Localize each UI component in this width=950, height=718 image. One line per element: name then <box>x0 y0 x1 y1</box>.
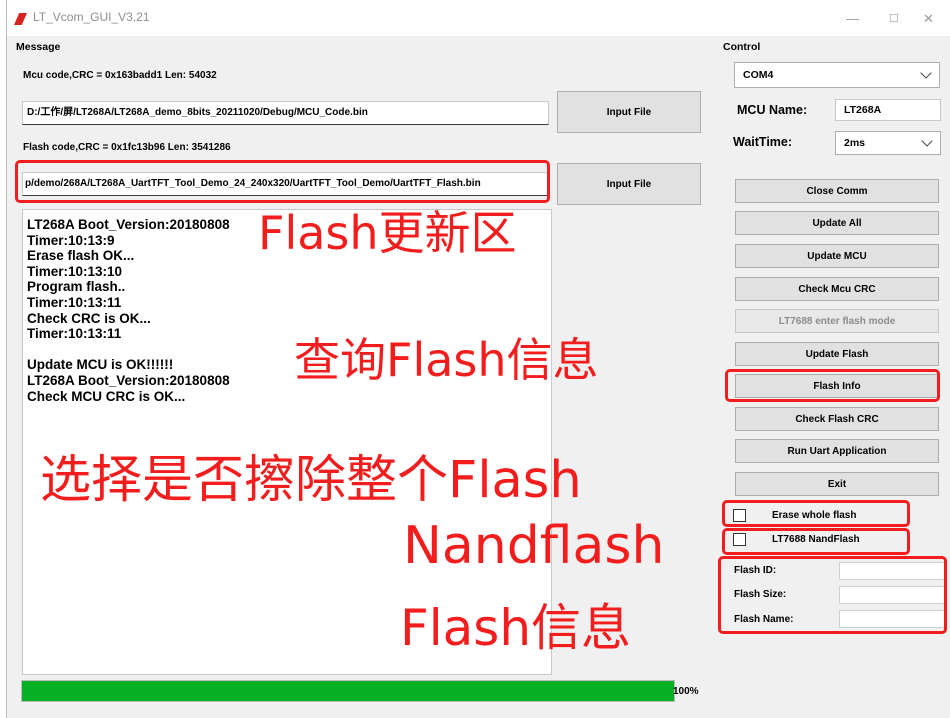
log-line: Check MCU CRC is OK... <box>27 388 186 404</box>
exit-button[interactable]: Exit <box>735 472 939 496</box>
chevron-down-icon <box>920 67 932 79</box>
title-bar: LT_Vcom_GUI_V3.21 — ☐ ✕ <box>7 0 950 36</box>
app-logo-icon <box>14 13 27 25</box>
lt7688-enter-flash-mode-button[interactable]: LT7688 enter flash mode <box>735 309 939 333</box>
mcu-file-path[interactable]: D:/工作/屏/LT268A/LT268A_demo_8bits_2021102… <box>22 101 549 125</box>
flash-code-info: Flash code,CRC = 0x1fc13b96 Len: 3541286 <box>23 142 231 153</box>
update-all-button[interactable]: Update All <box>735 211 939 235</box>
flash-input-file-button[interactable]: Input File <box>557 163 701 205</box>
close-comm-button[interactable]: Close Comm <box>735 179 939 203</box>
wait-time-select[interactable]: 2ms <box>835 131 941 155</box>
progress-bar <box>21 680 675 702</box>
check-mcu-crc-button[interactable]: Check Mcu CRC <box>735 277 939 301</box>
wait-time-label: WaitTime: <box>733 135 793 149</box>
progress-bar-fill <box>22 681 674 701</box>
chevron-down-icon <box>921 135 933 147</box>
nandflash-highlight <box>722 528 910 555</box>
annotation-erase-select: 选择是否擦除整个Flash <box>40 451 582 510</box>
log-line: Timer:10:13:11 <box>27 294 122 310</box>
com-port-value: COM4 <box>743 69 774 81</box>
annotation-flash-update-area: Flash更新区 <box>258 206 517 260</box>
mcu-input-file-button[interactable]: Input File <box>557 91 701 133</box>
update-mcu-button[interactable]: Update MCU <box>735 244 939 268</box>
minimize-icon[interactable]: — <box>846 11 859 26</box>
mcu-code-info: Mcu code,CRC = 0x163badd1 Len: 54032 <box>23 70 217 81</box>
close-icon[interactable]: ✕ <box>923 11 934 27</box>
update-flash-button[interactable]: Update Flash <box>735 342 939 366</box>
log-line: Program flash.. <box>27 279 126 295</box>
mcu-name-field[interactable]: LT268A <box>835 99 941 121</box>
check-flash-crc-button[interactable]: Check Flash CRC <box>735 407 939 431</box>
run-uart-application-button[interactable]: Run Uart Application <box>735 439 939 463</box>
flash-path-highlight <box>15 160 550 203</box>
message-group-label: Message <box>16 41 61 53</box>
erase-flash-highlight <box>722 500 910 527</box>
annotation-query-flash-info: 查询Flash信息 <box>294 333 599 387</box>
annotation-flash-info: Flash信息 <box>400 599 632 657</box>
maximize-icon[interactable]: ☐ <box>889 12 899 25</box>
window-title: LT_Vcom_GUI_V3.21 <box>33 10 150 24</box>
flash-details-highlight <box>718 556 947 634</box>
annotation-nandflash: Nandflash <box>403 516 665 576</box>
wait-time-value: 2ms <box>844 137 866 149</box>
mcu-name-label: MCU Name: <box>737 103 808 117</box>
flash-info-highlight <box>725 369 940 402</box>
log-line: Check CRC is OK... <box>27 310 151 326</box>
progress-percent: 100% <box>673 686 699 697</box>
com-port-select[interactable]: COM4 <box>734 62 940 88</box>
log-line: Timer:10:13:10 <box>27 263 123 279</box>
control-group-label: Control <box>723 41 761 53</box>
